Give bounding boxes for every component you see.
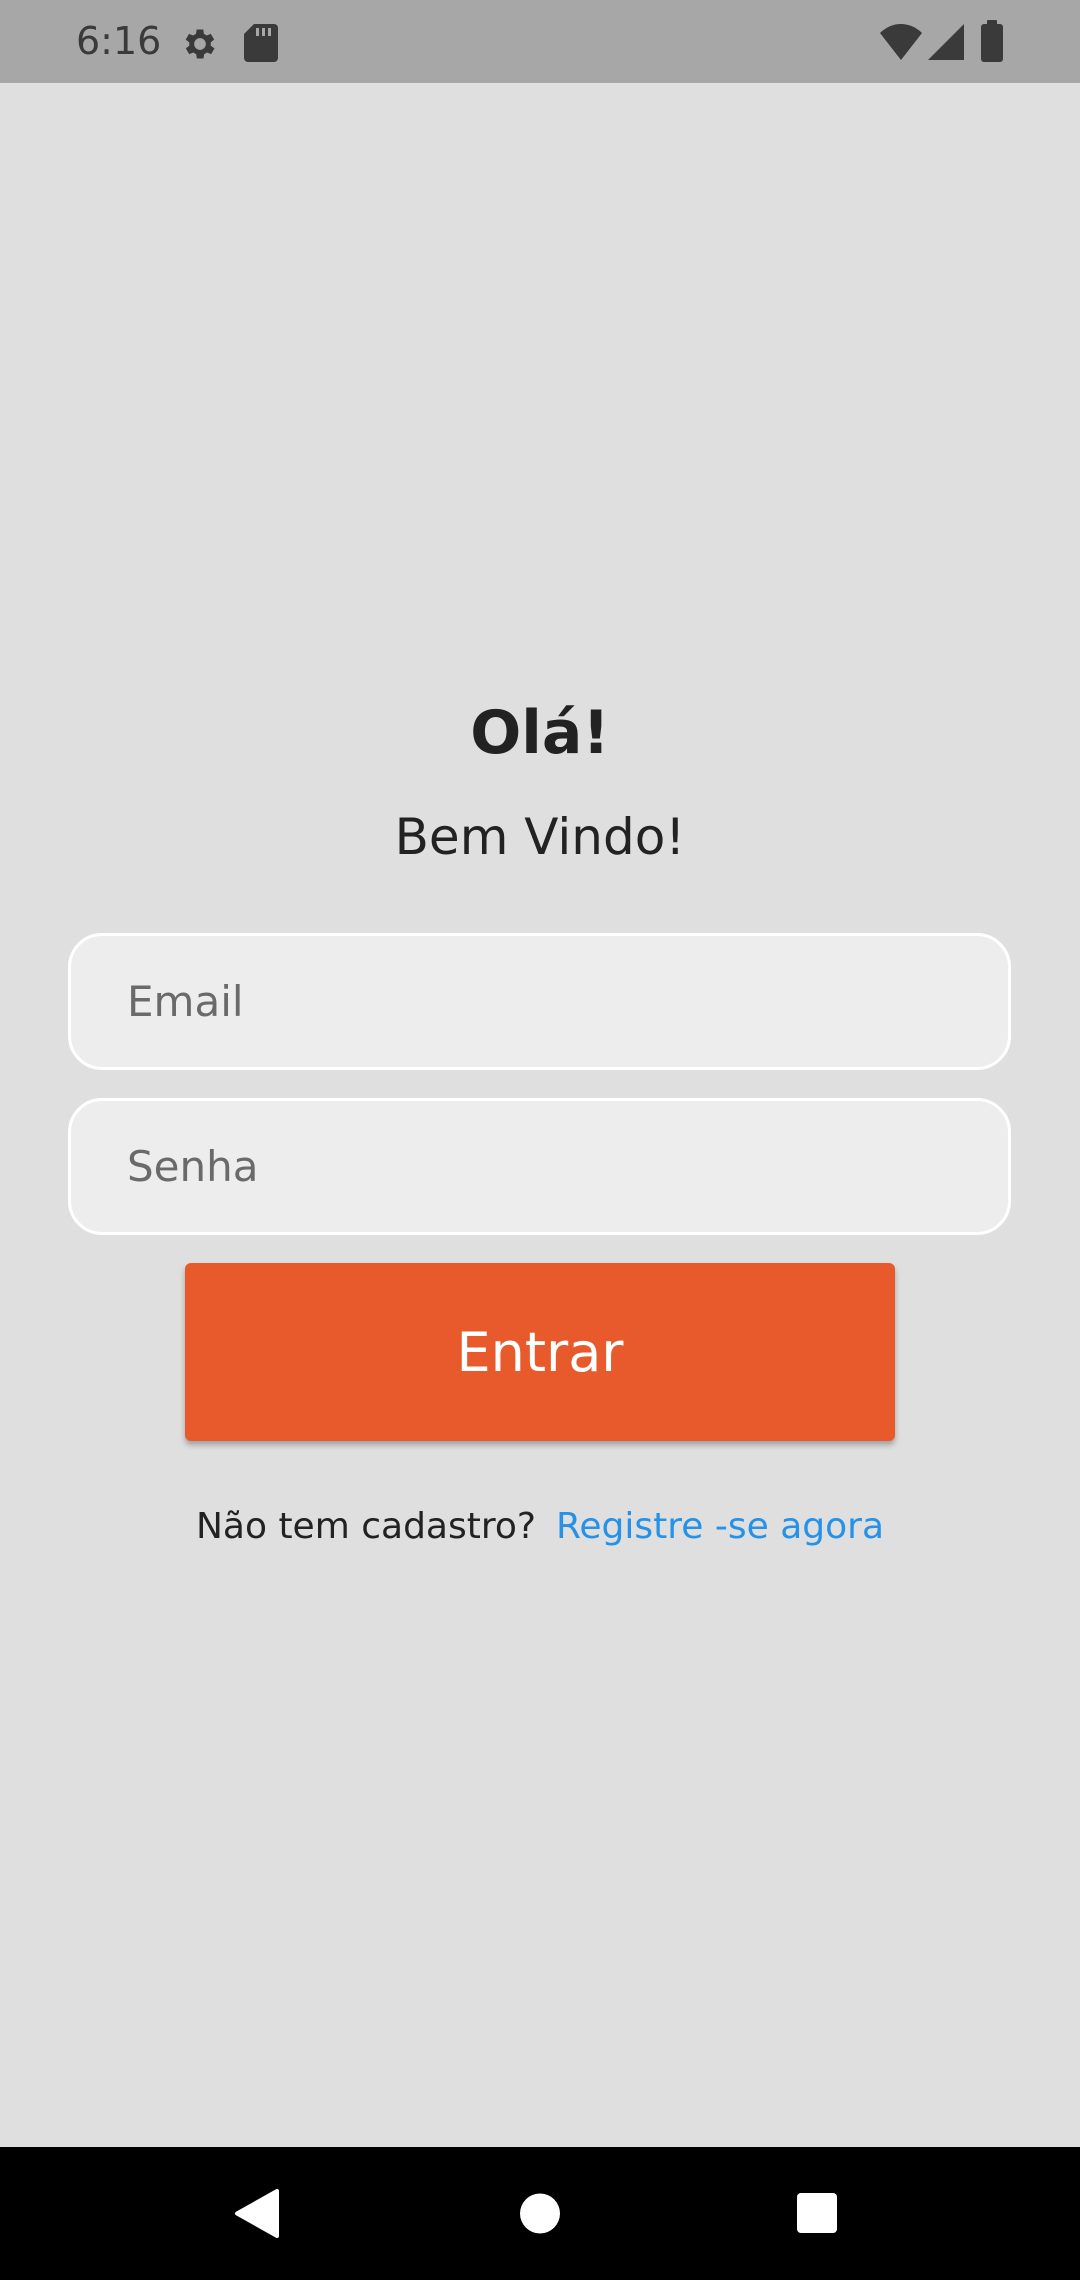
gear-icon [185, 29, 215, 59]
email-field[interactable] [68, 933, 1011, 1070]
signal-icon [928, 24, 964, 60]
password-input[interactable] [71, 1101, 1008, 1232]
back-icon[interactable] [180, 2147, 340, 2280]
status-bar: 6:16 [0, 0, 1080, 83]
register-link[interactable]: Registre -se agora [556, 1506, 884, 1547]
recents-icon[interactable] [738, 2147, 898, 2280]
home-icon[interactable] [460, 2147, 620, 2280]
wifi-icon [880, 24, 922, 60]
register-prompt: Não tem cadastro? [195, 1506, 536, 1547]
navigation-bar [0, 2147, 1080, 2280]
battery-icon [981, 20, 1003, 62]
password-field[interactable] [68, 1098, 1011, 1235]
login-screen: Olá! Bem Vindo! Entrar Não tem cadastro?… [0, 83, 1080, 2147]
register-row: Não tem cadastro? Registre -se agora [0, 1503, 1080, 1551]
greeting-title: Olá! [470, 698, 610, 768]
sd-card-icon [244, 24, 278, 62]
login-button[interactable]: Entrar [185, 1263, 895, 1441]
email-input[interactable] [71, 936, 1008, 1067]
welcome-subtitle: Bem Vindo! [394, 808, 686, 866]
status-time: 6:16 [76, 19, 162, 63]
